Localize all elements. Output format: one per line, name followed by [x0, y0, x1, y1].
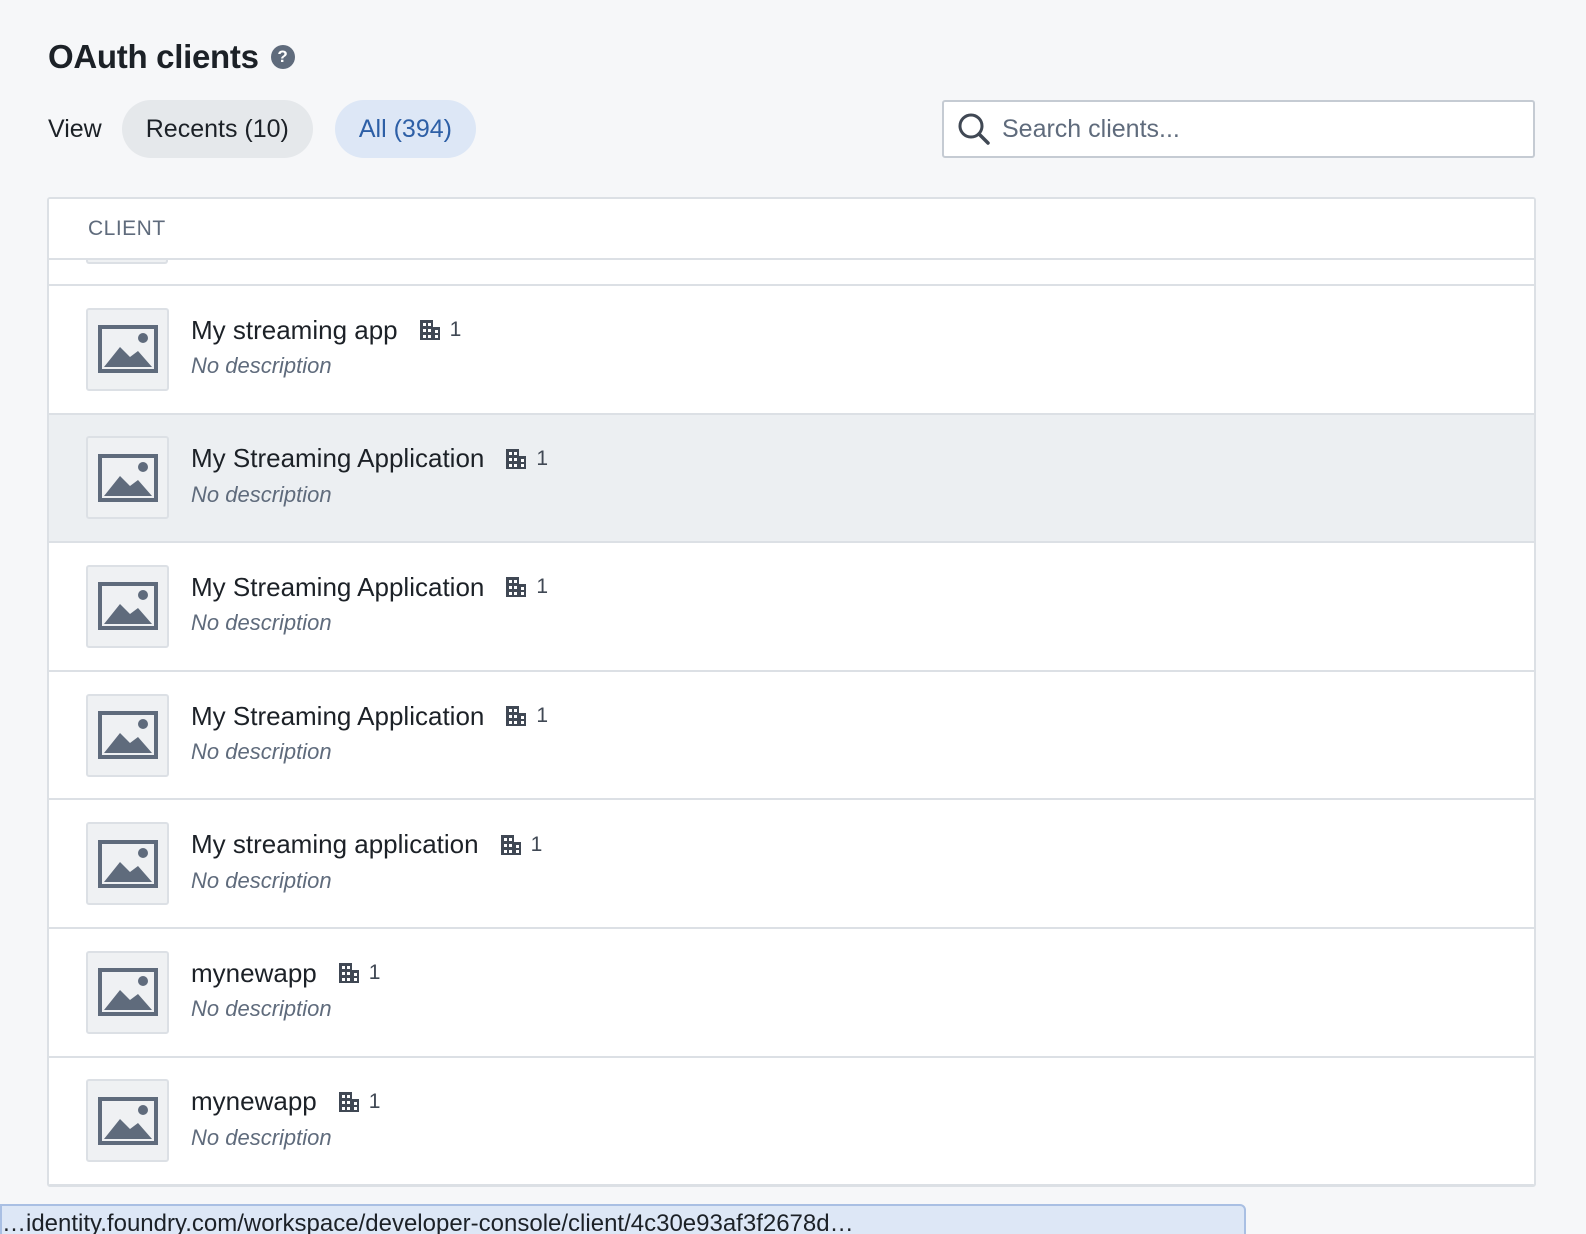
title-row: OAuth clients ?	[48, 38, 295, 76]
all-filter-button[interactable]: All (394)	[334, 100, 476, 158]
organization-icon	[506, 577, 527, 598]
search-input[interactable]	[1002, 114, 1522, 144]
client-info: My streaming application 1 No descriptio…	[191, 828, 542, 894]
table-row[interactable]: My streaming application 1 No descriptio…	[49, 800, 1534, 929]
organization-icon	[506, 706, 527, 727]
organization-icon	[419, 320, 440, 341]
client-name[interactable]: mynewapp	[191, 1086, 317, 1117]
oauth-clients-page: OAuth clients ? View Recents (10) All (3…	[0, 0, 1586, 1234]
organization-count: 1	[368, 961, 381, 985]
client-thumbnail	[86, 307, 169, 391]
table-row[interactable]: My streaming app 1 No description	[49, 286, 1534, 415]
client-info: My Streaming Application 1 No descriptio…	[191, 570, 548, 636]
client-thumbnail	[86, 1079, 169, 1163]
client-name[interactable]: My Streaming Application	[191, 572, 484, 603]
organization-count: 1	[449, 318, 462, 342]
organization-count: 1	[368, 1089, 381, 1113]
client-description: No description	[191, 353, 332, 379]
search-icon	[958, 113, 990, 145]
client-thumbnail	[86, 564, 169, 648]
clients-table: CLIENT My streaming app 1 No description…	[47, 197, 1536, 1187]
client-info: mynewapp 1 No description	[191, 1085, 380, 1151]
organization-icon	[506, 448, 527, 469]
client-name[interactable]: My streaming app	[191, 315, 398, 346]
image-placeholder-icon	[97, 968, 158, 1017]
image-placeholder-icon	[97, 1096, 158, 1145]
client-info: My Streaming Application 1 No descriptio…	[191, 699, 548, 765]
client-description: No description	[191, 610, 332, 636]
client-description: No description	[191, 1124, 332, 1150]
page-title: OAuth clients	[48, 38, 259, 75]
organization-count: 1	[536, 575, 549, 599]
view-filter: View Recents (10) All (394)	[48, 100, 498, 158]
organization-count: 1	[530, 832, 543, 856]
client-thumbnail	[86, 822, 169, 906]
client-name-line: My Streaming Application 1	[191, 442, 548, 476]
image-placeholder-icon	[97, 711, 158, 760]
table-row-partial[interactable]	[49, 252, 1534, 286]
client-name-line: mynewapp 1	[191, 956, 380, 990]
image-placeholder-icon	[97, 453, 158, 502]
link-status-bar: …identity.foundry.com/workspace/develope…	[0, 1204, 1246, 1234]
help-icon[interactable]: ?	[270, 45, 295, 69]
client-description: No description	[191, 996, 332, 1022]
organization-icon	[500, 834, 521, 855]
client-description: No description	[191, 481, 332, 507]
client-info: My Streaming Application 1 No descriptio…	[191, 442, 548, 508]
client-thumbnail	[86, 436, 169, 520]
client-name-line: My streaming app 1	[191, 313, 461, 347]
image-placeholder-icon	[97, 582, 158, 631]
search-box[interactable]	[942, 100, 1535, 158]
image-placeholder-icon	[97, 839, 158, 888]
client-name-line: My streaming application 1	[191, 828, 542, 862]
table-row[interactable]: mynewapp 1 No description	[49, 1058, 1534, 1185]
client-name[interactable]: mynewapp	[191, 958, 317, 989]
organization-count: 1	[536, 704, 549, 728]
view-label: View	[48, 114, 102, 143]
recents-filter-button[interactable]: Recents (10)	[121, 100, 313, 158]
client-info: My streaming app 1 No description	[191, 313, 461, 379]
table-row[interactable]: mynewapp 1 No description	[49, 929, 1534, 1058]
organization-icon	[338, 1091, 359, 1112]
table-row[interactable]: My Streaming Application 1 No descriptio…	[49, 672, 1534, 801]
image-placeholder-icon	[97, 325, 158, 374]
client-description: No description	[191, 739, 332, 765]
client-info: mynewapp 1 No description	[191, 956, 380, 1022]
client-thumbnail	[86, 950, 169, 1034]
client-name[interactable]: My Streaming Application	[191, 701, 484, 732]
client-name-line: My Streaming Application 1	[191, 699, 548, 733]
client-name[interactable]: My Streaming Application	[191, 443, 484, 474]
client-description: No description	[191, 867, 332, 893]
column-header-client[interactable]: CLIENT	[49, 199, 1534, 260]
client-name[interactable]: My streaming application	[191, 829, 479, 860]
client-thumbnail	[86, 693, 169, 777]
table-body: My streaming app 1 No description My Str…	[49, 286, 1534, 1185]
table-row[interactable]: My Streaming Application 1 No descriptio…	[49, 414, 1534, 544]
client-name-line: My Streaming Application 1	[191, 570, 548, 604]
organization-count: 1	[536, 446, 549, 470]
client-name-line: mynewapp 1	[191, 1085, 380, 1119]
organization-icon	[338, 963, 359, 984]
table-row[interactable]: My Streaming Application 1 No descriptio…	[49, 543, 1534, 672]
